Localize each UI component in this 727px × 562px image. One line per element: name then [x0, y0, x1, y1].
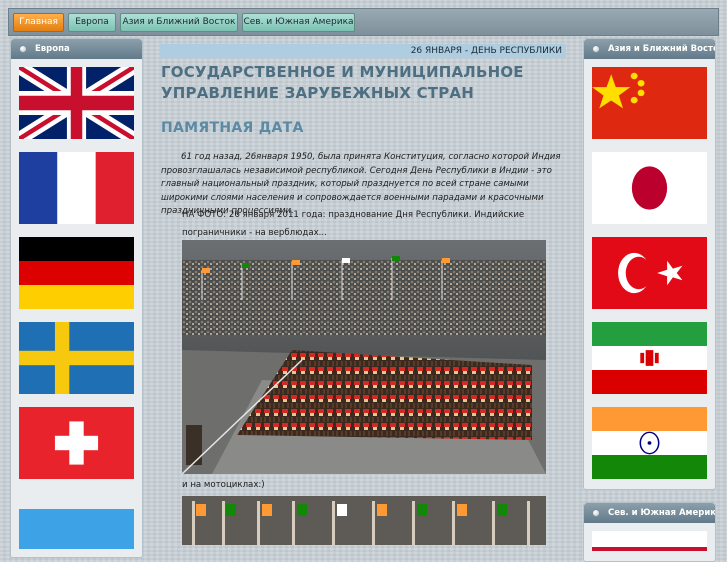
sweden-flag[interactable] [19, 322, 134, 394]
switzerland-flag[interactable] [19, 407, 134, 479]
nav-tab-asia-middle-east[interactable]: Азия и Ближний Восток [120, 13, 238, 32]
nav-tab-home[interactable]: Главная [13, 13, 64, 32]
united-kingdom-flag[interactable] [19, 67, 134, 139]
nav-tab-europe[interactable]: Европа [68, 13, 116, 32]
next-flag-partial[interactable] [19, 509, 134, 549]
turkey-flag[interactable] [592, 237, 707, 309]
europe-panel: Европа [10, 38, 143, 558]
americas-panel-header: Сев. и Южная Америка [584, 503, 715, 523]
asia-panel-header: Азия и Ближний Восток [584, 39, 715, 59]
europe-panel-title: Европа [35, 44, 70, 54]
iran-flag[interactable] [592, 322, 707, 394]
germany-flag[interactable] [19, 237, 134, 309]
asia-panel: Азия и Ближний Восток [583, 38, 716, 490]
page-title: ГОСУДАРСТВЕННОЕ И МУНИЦИПАЛЬНОЕ УПРАВЛЕН… [161, 63, 524, 102]
top-navigation-bar: Главная Европа Азия и Ближний Восток Сев… [8, 8, 719, 36]
asia-panel-title: Азия и Ближний Восток [608, 44, 715, 54]
bullet-icon [592, 509, 600, 517]
section-title: ПАМЯТНАЯ ДАТА [161, 120, 304, 136]
bullet-icon [19, 45, 27, 53]
americas-flag-partial[interactable] [592, 531, 707, 551]
france-flag[interactable] [19, 152, 134, 224]
europe-panel-header: Европа [11, 39, 142, 59]
photo-caption-2: и на мотоциклах:) [182, 480, 265, 490]
ticker-text: 26 ЯНВАРЯ - ДЕНЬ РЕСПУБЛИКИ [410, 46, 562, 56]
news-ticker[interactable]: 26 ЯНВАРЯ - ДЕНЬ РЕСПУБЛИКИ [160, 44, 566, 58]
china-flag[interactable] [592, 67, 707, 139]
bullet-icon [592, 45, 600, 53]
main-content: 26 ЯНВАРЯ - ДЕНЬ РЕСПУБЛИКИ ГОСУДАРСТВЕН… [160, 40, 570, 545]
motorcycle-parade-photo[interactable] [182, 496, 546, 545]
americas-panel-title: Сев. и Южная Америка [608, 508, 715, 518]
india-flag[interactable] [592, 407, 707, 479]
americas-panel: Сев. и Южная Америка [583, 502, 716, 562]
japan-flag[interactable] [592, 152, 707, 224]
nav-tab-americas[interactable]: Сев. и Южная Америка [242, 13, 355, 32]
camel-parade-photo[interactable] [182, 240, 546, 474]
photo-caption: НА ФОТО: 26 января 2011 года: празднован… [182, 210, 525, 238]
